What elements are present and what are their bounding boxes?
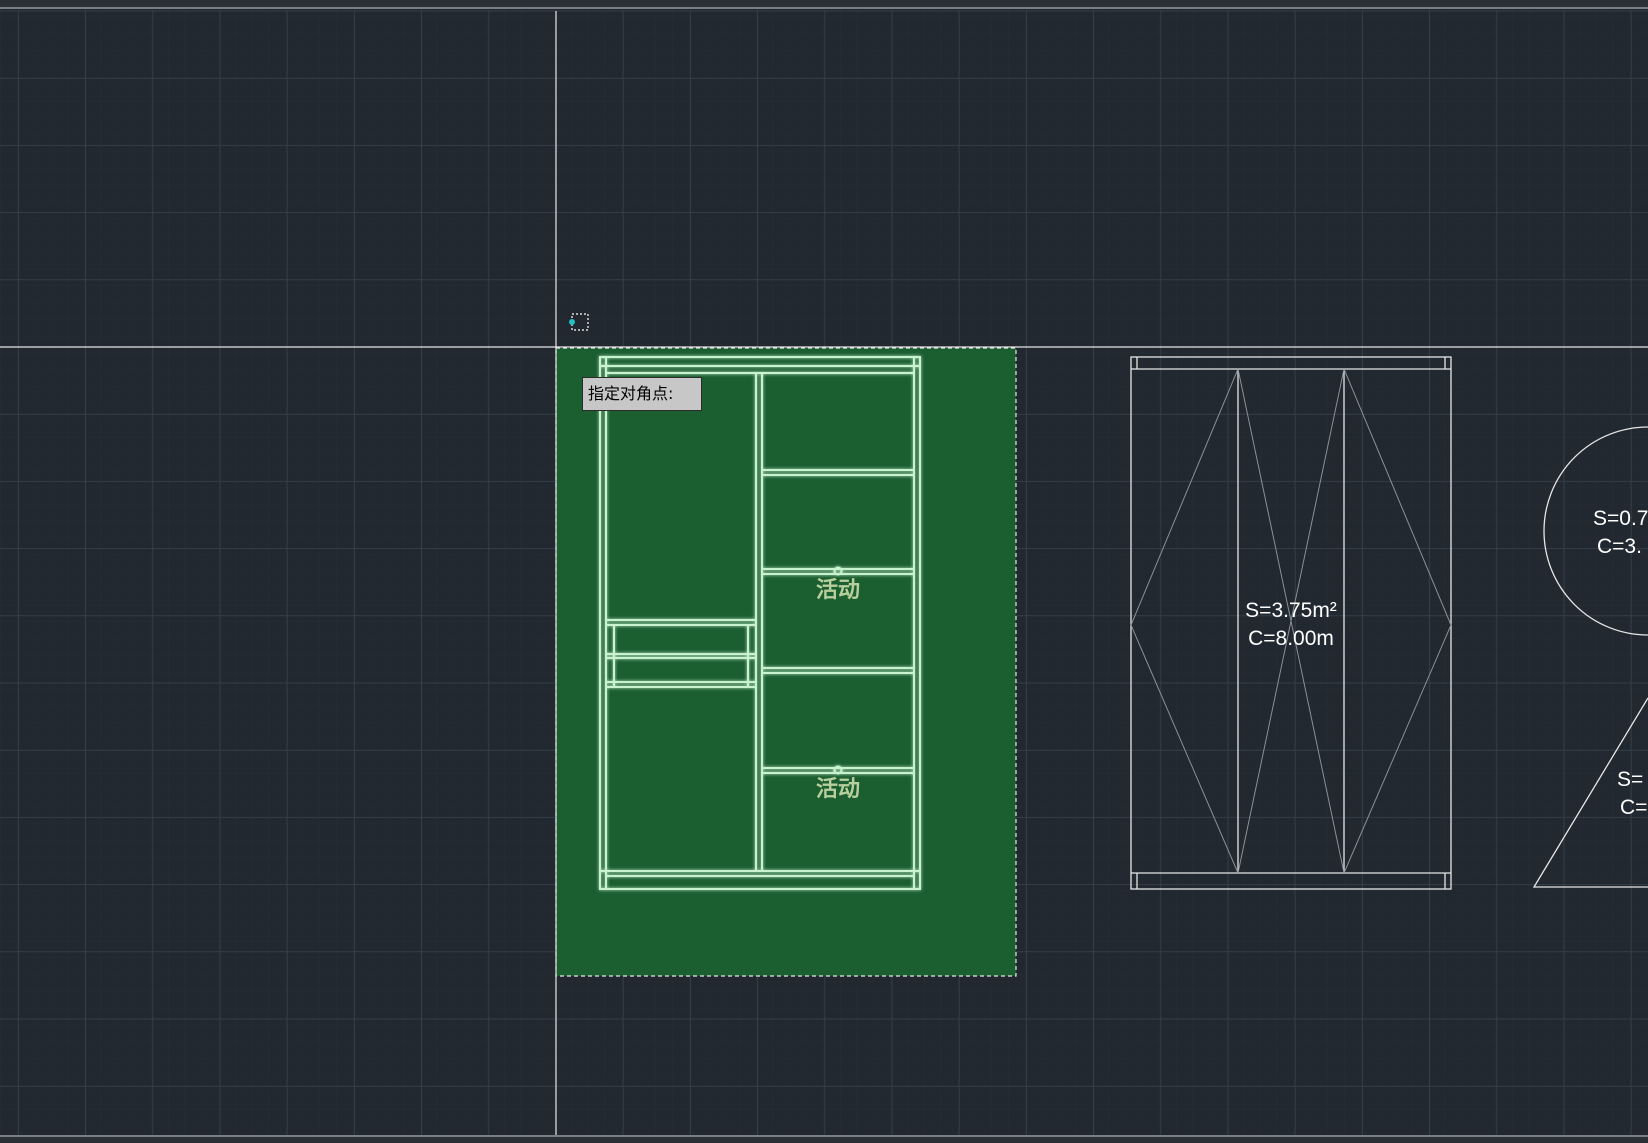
wardrobe-area-text: S=3.75m² <box>1245 599 1337 622</box>
circle-perimeter-text: C=3. <box>1597 535 1642 558</box>
wardrobe-label-upper: 活动 <box>816 578 860 603</box>
triangle-area-text: S= <box>1617 768 1643 791</box>
drawing-viewport[interactable]: 活动 活动 S=3.75m² C=8.00m S=0.7 C=3. S= C= … <box>0 0 1648 1143</box>
selection-window <box>555 347 1017 977</box>
command-prompt-tooltip: 指定对角点: <box>582 377 702 411</box>
drawing-canvas[interactable]: 活动 活动 S=3.75m² C=8.00m S=0.7 C=3. S= C= <box>0 0 1648 1143</box>
wardrobe-perimeter-text: C=8.00m <box>1248 627 1334 650</box>
circle-area-text: S=0.7 <box>1593 507 1648 530</box>
bottom-status-strip <box>0 1135 1648 1143</box>
wardrobe-label-lower: 活动 <box>816 777 860 802</box>
triangle-perimeter-text: C= <box>1620 796 1647 819</box>
